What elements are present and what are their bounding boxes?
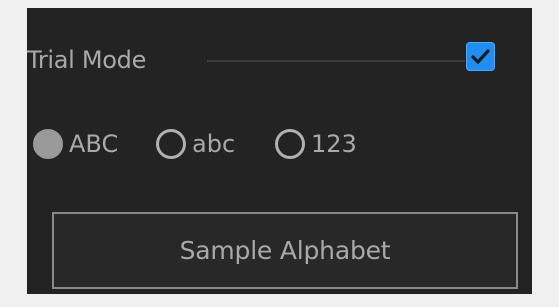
trial-mode-label: Trial Mode (27, 46, 147, 74)
radio-option-lowercase[interactable]: abc (156, 123, 235, 165)
radio-unselected-icon[interactable] (275, 129, 305, 159)
trial-mode-row: Trial Mode (27, 42, 497, 78)
radio-label-uppercase: ABC (69, 130, 119, 158)
radio-selected-icon[interactable] (33, 129, 63, 159)
radio-option-numbers[interactable]: 123 (275, 123, 357, 165)
sample-alphabet-button[interactable]: Sample Alphabet (52, 212, 518, 289)
alphabet-radio-group: ABC abc 123 (33, 123, 463, 165)
trial-mode-leader-line (207, 60, 465, 62)
outer-frame: Trial Mode ABC abc 123 Sample Alphabet (0, 0, 559, 307)
radio-option-uppercase[interactable]: ABC (33, 123, 118, 165)
sample-alphabet-button-label: Sample Alphabet (179, 236, 391, 265)
trial-mode-checkbox[interactable] (466, 42, 495, 71)
radio-label-numbers: 123 (311, 130, 357, 158)
radio-label-lowercase: abc (192, 130, 236, 158)
checkmark-icon (471, 49, 490, 64)
radio-unselected-icon[interactable] (156, 129, 186, 159)
